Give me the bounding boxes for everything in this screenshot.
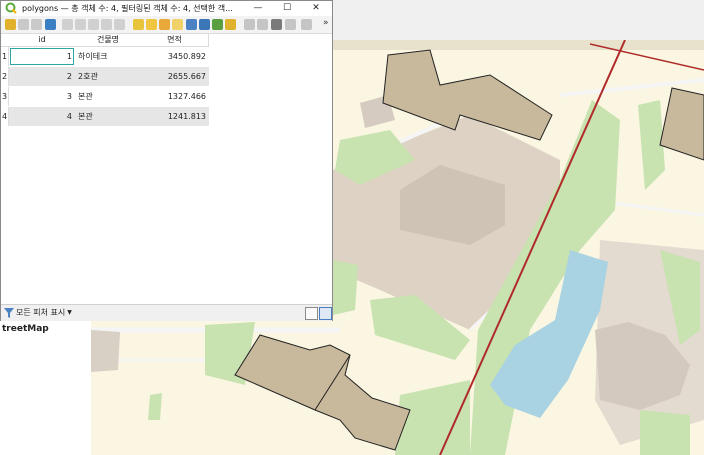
invert-selection-icon[interactable]	[159, 19, 170, 30]
form-view-button[interactable]	[305, 307, 318, 320]
funnel-icon	[4, 307, 14, 318]
filter-icon[interactable]	[186, 19, 197, 30]
maximize-button[interactable]: ☐	[273, 1, 301, 15]
column-header-area[interactable]: 면적	[141, 34, 209, 47]
zoom-to-selected-icon[interactable]	[225, 19, 236, 30]
table-row[interactable]: 2 2 2호관 2655.667	[1, 67, 209, 86]
table-row[interactable]: 4 4 본관 1241.813	[1, 107, 209, 126]
table-row[interactable]: 3 3 본관 1327.466	[1, 87, 209, 106]
move-selection-top-icon[interactable]	[199, 19, 210, 30]
copy-icon[interactable]	[101, 19, 112, 30]
cell-id[interactable]: 1	[9, 47, 75, 66]
delete-feature-icon[interactable]	[75, 19, 86, 30]
feature-filter-button[interactable]: 모든 피처 표시 ▼	[4, 306, 72, 319]
conditional-formatting-icon[interactable]	[285, 19, 296, 30]
cell-name[interactable]: 본관	[75, 107, 141, 126]
building-gray	[91, 330, 120, 372]
delete-field-icon[interactable]	[257, 19, 268, 30]
cell-area[interactable]: 1241.813	[141, 107, 209, 126]
park	[148, 393, 162, 420]
map-toolbar-strip	[333, 0, 704, 41]
row-header[interactable]: 2	[1, 67, 9, 86]
cell-name[interactable]: 2호관	[75, 67, 141, 86]
row-header[interactable]: 4	[1, 107, 9, 126]
table-row[interactable]: 1 1 하이테크 3450.892	[1, 47, 209, 66]
toolbar-overflow-button[interactable]: »	[323, 18, 329, 28]
park	[333, 260, 358, 315]
park	[640, 410, 690, 455]
window-title: polygons — 총 객체 수: 4, 필터링된 객체 수: 4, 선택한 …	[22, 4, 233, 13]
paste-icon[interactable]	[114, 19, 125, 30]
pencil-icon[interactable]	[5, 19, 16, 30]
column-header-id[interactable]: id	[9, 34, 76, 47]
layers-panel: treetMap	[0, 320, 92, 455]
cell-id[interactable]: 2	[9, 67, 75, 86]
actions-icon[interactable]	[301, 19, 312, 30]
cell-name[interactable]: 하이테크	[75, 47, 141, 66]
reload-icon[interactable]	[45, 19, 56, 30]
attribute-table-window: polygons — 총 객체 수: 4, 필터링된 객체 수: 4, 선택한 …	[0, 0, 333, 321]
cut-icon[interactable]	[88, 19, 99, 30]
cell-area[interactable]: 2655.667	[141, 67, 209, 86]
close-button[interactable]: ✕	[302, 1, 330, 15]
attribute-bottom-bar: 모든 피처 표시 ▼	[1, 304, 332, 321]
add-feature-icon[interactable]	[62, 19, 73, 30]
attribute-toolbar: »	[1, 16, 332, 34]
row-header[interactable]: 3	[1, 87, 9, 106]
save-edits-icon[interactable]	[31, 19, 42, 30]
table-view-button[interactable]	[319, 307, 332, 320]
row-header[interactable]: 1	[1, 47, 9, 66]
cell-name[interactable]: 본관	[75, 87, 141, 106]
new-field-icon[interactable]	[244, 19, 255, 30]
cell-id[interactable]: 3	[9, 87, 75, 106]
select-expression-icon[interactable]	[133, 19, 144, 30]
attribute-table: id 건물명 면적 1 1 하이테크 3450.892 2 2 2호관 2655…	[1, 34, 332, 304]
cell-area[interactable]: 3450.892	[141, 47, 209, 66]
layer-name[interactable]: treetMap	[2, 324, 49, 334]
cell-id[interactable]: 4	[9, 107, 75, 126]
column-header-name[interactable]: 건물명	[75, 34, 142, 47]
qgis-logo-icon	[5, 2, 17, 14]
select-all-icon[interactable]	[146, 19, 157, 30]
toggle-multiedit-icon[interactable]	[18, 19, 29, 30]
filter-label: 모든 피처 표시	[16, 308, 66, 317]
field-calculator-icon[interactable]	[271, 19, 282, 30]
title-bar[interactable]: polygons — 총 객체 수: 4, 필터링된 객체 수: 4, 선택한 …	[1, 1, 332, 15]
minimize-button[interactable]: —	[244, 1, 272, 15]
cell-area[interactable]: 1327.466	[141, 87, 209, 106]
deselect-icon[interactable]	[172, 19, 183, 30]
pan-to-selected-icon[interactable]	[212, 19, 223, 30]
chevron-down-icon: ▼	[67, 309, 72, 316]
